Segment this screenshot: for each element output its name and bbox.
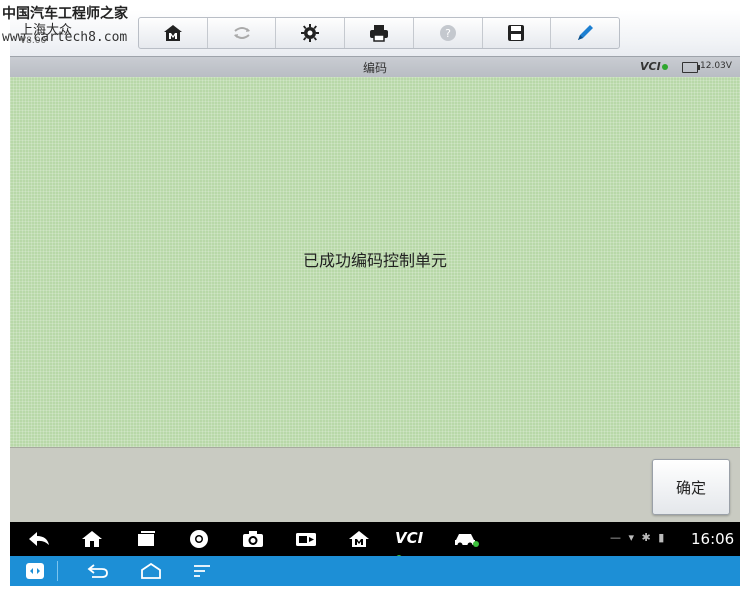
nav-divider xyxy=(57,561,58,581)
vehicle-swap-icon xyxy=(233,27,250,39)
gear-icon xyxy=(301,24,320,42)
printer-icon xyxy=(370,25,389,42)
home-icon xyxy=(163,25,182,41)
chrome-icon[interactable] xyxy=(187,529,211,549)
vci-connected-icon xyxy=(661,64,668,70)
svg-text:?: ? xyxy=(445,27,451,40)
pen-icon xyxy=(578,25,594,40)
app-frame: 上海大众 V8.00 ? 编码 VCI 12.03V 已成功编码控制单元 确定 … xyxy=(10,10,740,586)
screen-capture-icon[interactable] xyxy=(294,529,318,549)
help-icon: ? xyxy=(439,25,456,41)
result-message: 已成功编码控制单元 xyxy=(302,251,447,270)
back-icon[interactable] xyxy=(86,561,110,581)
title-bar: 编码 VCI 12.03V xyxy=(10,56,740,78)
status-clock: 16:06 xyxy=(691,530,735,548)
settings-button[interactable] xyxy=(276,18,346,48)
print-button[interactable] xyxy=(345,18,414,48)
home-icon[interactable] xyxy=(80,529,104,549)
battery-icon xyxy=(682,62,700,73)
save-button[interactable] xyxy=(483,18,552,48)
back-icon[interactable] xyxy=(27,529,51,549)
watermark-url: www.cartech8.com xyxy=(2,30,128,45)
home-icon[interactable] xyxy=(139,561,163,581)
vehicle-swap-button[interactable] xyxy=(208,18,277,48)
vci-icon[interactable]: VCI xyxy=(395,529,429,561)
camera-icon[interactable] xyxy=(241,529,265,549)
vci-text: VCI xyxy=(395,529,424,547)
content-area: 已成功编码控制单元 xyxy=(10,77,740,447)
vci-label: VCI xyxy=(640,60,661,73)
vci-status: VCI xyxy=(640,60,668,73)
android-status-bar: VCI — ▾ ✱ ▮ 16:06 xyxy=(10,522,740,561)
battery-voltage: 12.03V xyxy=(700,61,732,71)
car-icon[interactable] xyxy=(453,529,481,549)
site-watermark: 中国汽车工程师之家 www.cartech8.com xyxy=(0,3,150,49)
android-nav-bar xyxy=(10,556,740,586)
maxisys-icon[interactable] xyxy=(347,529,371,549)
help-button[interactable]: ? xyxy=(414,18,483,48)
remote-icon[interactable] xyxy=(23,561,47,581)
action-bar: 确定 xyxy=(10,447,740,523)
system-status-icons: — ▾ ✱ ▮ xyxy=(610,531,667,544)
recent-apps-icon[interactable] xyxy=(134,529,158,549)
page-title: 编码 xyxy=(362,61,387,75)
watermark-site-name: 中国汽车工程师之家 xyxy=(2,6,128,22)
toolbar-button-group: ? xyxy=(138,17,620,49)
edit-button[interactable] xyxy=(551,18,619,48)
save-icon xyxy=(508,25,525,41)
confirm-button[interactable]: 确定 xyxy=(652,459,730,515)
menu-icon[interactable] xyxy=(190,561,214,581)
